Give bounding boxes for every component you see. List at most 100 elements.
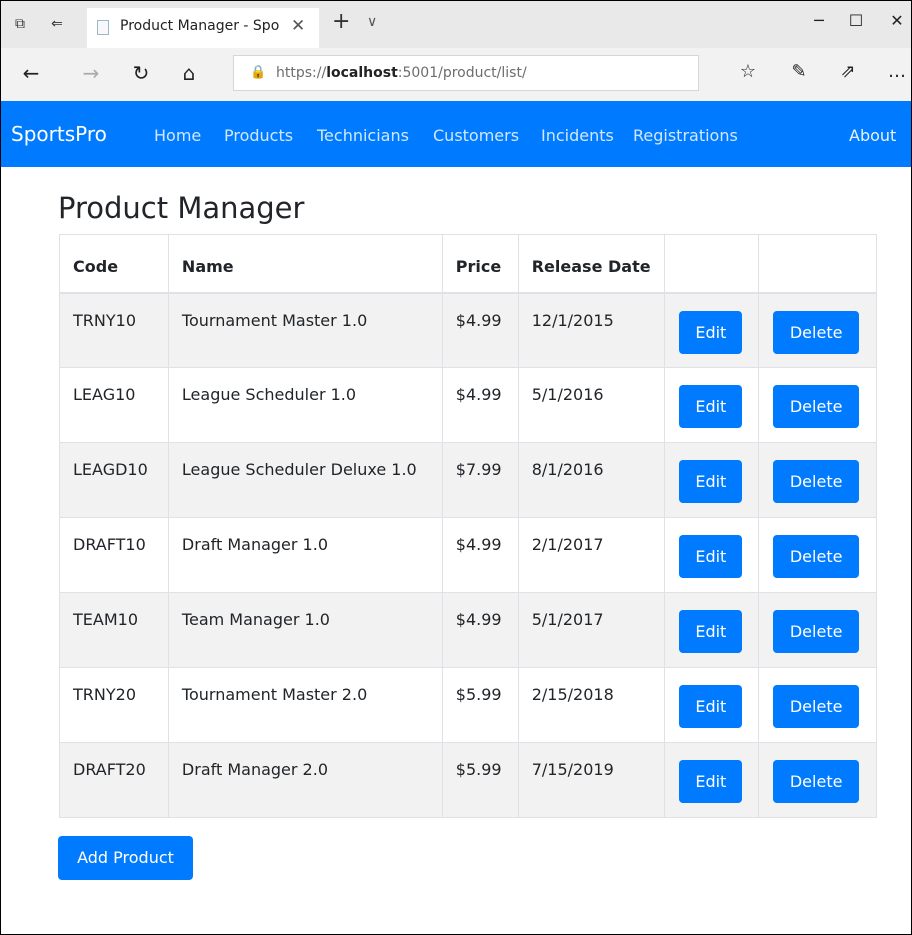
product-code: LEAG10	[59, 367, 169, 443]
column-header-code: Code	[59, 234, 169, 294]
product-price: $7.99	[441, 442, 519, 518]
edit-button[interactable]: Edit	[679, 385, 743, 428]
column-header-name: Name	[167, 234, 443, 294]
product-release-date: 5/1/2016	[517, 367, 666, 443]
product-price: $4.99	[441, 367, 519, 443]
home-icon[interactable]: ⌂	[177, 61, 201, 85]
delete-button[interactable]: Delete	[773, 385, 860, 428]
delete-button[interactable]: Delete	[773, 760, 860, 803]
column-header-release-date: Release Date	[517, 234, 666, 294]
product-release-date: 2/15/2018	[517, 667, 666, 743]
column-header-delete	[758, 234, 877, 294]
table-row: LEAGD10 League Scheduler Deluxe 1.0 $7.9…	[59, 442, 877, 518]
edit-cell: Edit	[664, 742, 760, 818]
edit-button[interactable]: Edit	[679, 460, 743, 503]
nav-link-about[interactable]: About	[849, 126, 896, 145]
product-name: Tournament Master 1.0	[167, 292, 443, 368]
table-row: DRAFT10 Draft Manager 1.0 $4.99 2/1/2017…	[59, 517, 877, 593]
column-header-price: Price	[441, 234, 519, 294]
browser-tab[interactable]: Product Manager - Spo ✕	[87, 8, 319, 48]
brand-link[interactable]: SportsPro	[11, 122, 107, 146]
product-code: LEAGD10	[59, 442, 169, 518]
browser-window: ⧉ ⇐ Product Manager - Spo ✕ + ∨ ─ ☐ ✕ ← …	[0, 0, 912, 935]
delete-button[interactable]: Delete	[773, 685, 860, 728]
product-name: Draft Manager 2.0	[167, 742, 443, 818]
delete-cell: Delete	[758, 442, 877, 518]
refresh-icon[interactable]: ↻	[129, 61, 153, 85]
new-tab-icon[interactable]: +	[332, 9, 350, 34]
product-name: Draft Manager 1.0	[167, 517, 443, 593]
tab-title: Product Manager - Spo	[120, 18, 280, 34]
table-row: TRNY20 Tournament Master 2.0 $5.99 2/15/…	[59, 667, 877, 743]
nav-link-technicians[interactable]: Technicians	[317, 126, 409, 145]
site-navbar: SportsPro Home Products Technicians Cust…	[1, 101, 911, 167]
minimize-icon[interactable]: ─	[809, 11, 829, 30]
product-release-date: 12/1/2015	[517, 292, 666, 368]
favorites-icon[interactable]: ☆	[736, 61, 760, 82]
product-release-date: 8/1/2016	[517, 442, 666, 518]
lock-icon: 🔒	[250, 65, 267, 80]
notes-pen-icon[interactable]: ✎	[787, 61, 811, 82]
products-table: Code Name Price Release Date TRNY10 Tour…	[59, 234, 877, 818]
page-favicon-icon	[97, 20, 109, 35]
nav-link-incidents[interactable]: Incidents	[541, 126, 614, 145]
product-name: League Scheduler Deluxe 1.0	[167, 442, 443, 518]
product-release-date: 7/15/2019	[517, 742, 666, 818]
edit-button[interactable]: Edit	[679, 535, 743, 578]
table-row: LEAG10 League Scheduler 1.0 $4.99 5/1/20…	[59, 367, 877, 443]
nav-link-products[interactable]: Products	[224, 126, 293, 145]
nav-link-customers[interactable]: Customers	[433, 126, 519, 145]
page-title: Product Manager	[58, 191, 305, 225]
close-window-icon[interactable]: ✕	[887, 11, 907, 30]
product-code: DRAFT10	[59, 517, 169, 593]
delete-button[interactable]: Delete	[773, 535, 860, 578]
product-price: $5.99	[441, 667, 519, 743]
product-name: Team Manager 1.0	[167, 592, 443, 668]
product-code: TRNY20	[59, 667, 169, 743]
table-row: TEAM10 Team Manager 1.0 $4.99 5/1/2017 E…	[59, 592, 877, 668]
add-product-button[interactable]: Add Product	[58, 836, 193, 880]
forward-arrow-icon[interactable]: →	[79, 61, 103, 85]
back-arrow-icon[interactable]: ←	[19, 61, 43, 85]
edit-cell: Edit	[664, 367, 760, 443]
table-header-row: Code Name Price Release Date	[59, 234, 877, 294]
edit-button[interactable]: Edit	[679, 610, 743, 653]
tabs-aside-icon[interactable]: ⇐	[49, 16, 65, 32]
product-name: League Scheduler 1.0	[167, 367, 443, 443]
url-field[interactable]: 🔒 https://localhost:5001/product/list/	[233, 55, 699, 91]
edit-cell: Edit	[664, 292, 760, 368]
product-price: $4.99	[441, 592, 519, 668]
delete-cell: Delete	[758, 742, 877, 818]
product-price: $5.99	[441, 742, 519, 818]
product-release-date: 5/1/2017	[517, 592, 666, 668]
tab-actions-icon[interactable]: ⧉	[12, 16, 28, 32]
delete-button[interactable]: Delete	[773, 310, 860, 354]
delete-button[interactable]: Delete	[773, 610, 860, 653]
url-text: https://localhost:5001/product/list/	[276, 65, 527, 81]
edit-cell: Edit	[664, 442, 760, 518]
product-price: $4.99	[441, 517, 519, 593]
tab-menu-chevron-icon[interactable]: ∨	[367, 14, 377, 30]
product-release-date: 2/1/2017	[517, 517, 666, 593]
product-price: $4.99	[441, 292, 519, 368]
product-code: DRAFT20	[59, 742, 169, 818]
nav-link-registrations[interactable]: Registrations	[633, 126, 738, 145]
edit-cell: Edit	[664, 592, 760, 668]
edit-button[interactable]: Edit	[679, 310, 743, 354]
share-icon[interactable]: ⇗	[836, 61, 860, 82]
table-row: DRAFT20 Draft Manager 2.0 $5.99 7/15/201…	[59, 742, 877, 818]
close-tab-icon[interactable]: ✕	[291, 16, 305, 36]
edit-cell: Edit	[664, 667, 760, 743]
delete-cell: Delete	[758, 367, 877, 443]
product-name: Tournament Master 2.0	[167, 667, 443, 743]
edit-cell: Edit	[664, 517, 760, 593]
delete-cell: Delete	[758, 292, 877, 368]
maximize-icon[interactable]: ☐	[846, 11, 866, 30]
delete-button[interactable]: Delete	[773, 460, 860, 503]
nav-link-home[interactable]: Home	[154, 126, 201, 145]
address-bar: ← → ↻ ⌂ 🔒 https://localhost:5001/product…	[1, 48, 911, 101]
edit-button[interactable]: Edit	[679, 685, 743, 728]
edit-button[interactable]: Edit	[679, 760, 743, 803]
more-options-icon[interactable]: …	[885, 61, 909, 82]
delete-cell: Delete	[758, 517, 877, 593]
